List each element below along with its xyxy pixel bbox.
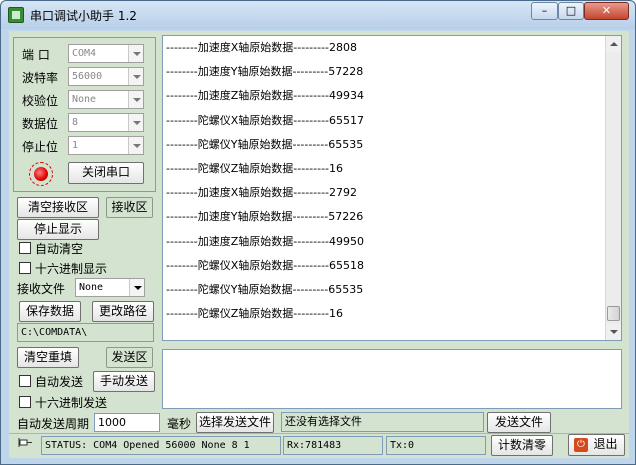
exit-label: 退出 xyxy=(593,437,618,451)
send-period-input[interactable]: 1000 xyxy=(94,413,160,432)
clear-receive-button[interactable]: 清空接收区 xyxy=(17,197,99,218)
port-label: 端 口 xyxy=(22,48,50,62)
parity-value: None xyxy=(72,94,97,105)
receive-text-area[interactable]: --------加速度X轴原始数据---------2808 --------加… xyxy=(162,35,622,341)
close-port-button[interactable]: 关闭串口 xyxy=(68,162,144,184)
title-bar[interactable]: 串口调试小助手 1.2 – □ ✕ xyxy=(1,1,635,29)
file-status-field: 还没有选择文件 xyxy=(281,412,484,432)
change-path-button[interactable]: 更改路径 xyxy=(92,301,154,322)
save-path-field[interactable]: C:\COMDATA\ xyxy=(17,323,154,342)
parity-select[interactable]: None xyxy=(68,90,144,109)
databits-select[interactable]: 8 xyxy=(68,113,144,132)
port-value: COM4 xyxy=(72,48,97,59)
select-send-file-button[interactable]: 选择发送文件 xyxy=(196,412,274,433)
hex-send-label: 十六进制发送 xyxy=(35,396,108,410)
serial-port-icon xyxy=(8,7,24,23)
receive-file-select[interactable]: None xyxy=(75,278,145,297)
chevron-down-icon[interactable] xyxy=(129,279,144,296)
status-separator xyxy=(9,433,629,434)
chevron-down-icon[interactable] xyxy=(128,68,143,85)
parity-label: 校验位 xyxy=(22,94,59,108)
send-file-button[interactable]: 发送文件 xyxy=(487,412,551,433)
receive-line: --------加速度Z轴原始数据---------49950 xyxy=(166,234,365,248)
send-period-label: 自动发送周期 xyxy=(17,417,90,431)
clear-resend-button[interactable]: 清空重填 xyxy=(17,347,79,368)
stop-display-button[interactable]: 停止显示 xyxy=(17,219,99,240)
auto-clear-label: 自动清空 xyxy=(35,242,84,256)
tx-counter: Tx:0 xyxy=(386,436,486,455)
receive-line: --------陀螺仪Z轴原始数据---------16 xyxy=(166,161,344,175)
baud-label: 波特率 xyxy=(22,71,59,85)
hex-send-checkbox[interactable] xyxy=(19,396,31,408)
hex-display-checkbox[interactable] xyxy=(19,262,31,274)
receive-lines: --------加速度X轴原始数据---------2808 --------加… xyxy=(163,36,607,326)
reset-count-button[interactable]: 计数清零 xyxy=(491,435,553,456)
send-area-button[interactable]: 发送区 xyxy=(106,347,153,368)
receive-line: --------陀螺仪Y轴原始数据---------65535 xyxy=(166,137,364,151)
receive-line: --------陀螺仪Z轴原始数据---------16 xyxy=(166,307,344,321)
scroll-thumb[interactable] xyxy=(607,306,620,321)
port-status-led-icon xyxy=(34,167,48,181)
minimize-button[interactable]: – xyxy=(531,2,558,20)
exit-button[interactable]: ⏻ 退出 xyxy=(568,434,625,456)
port-settings-group: 端 口 COM4 波特率 56000 校验位 None 数据位 8 停止位 1 … xyxy=(13,37,156,192)
chevron-down-icon[interactable] xyxy=(128,91,143,108)
maximize-button[interactable]: □ xyxy=(558,2,584,20)
ms-label: 毫秒 xyxy=(167,417,192,431)
auto-send-label: 自动发送 xyxy=(35,375,84,389)
chevron-down-icon[interactable] xyxy=(128,137,143,154)
receive-file-value: None xyxy=(79,282,104,293)
receive-area-button[interactable]: 接收区 xyxy=(106,197,153,218)
databits-label: 数据位 xyxy=(22,117,59,131)
status-text-field: STATUS: COM4 Opened 56000 None 8 1 xyxy=(41,436,281,455)
save-data-button[interactable]: 保存数据 xyxy=(19,301,81,322)
stopbits-select[interactable]: 1 xyxy=(68,136,144,155)
send-text-area[interactable] xyxy=(162,349,622,409)
chevron-down-icon[interactable] xyxy=(128,45,143,62)
chevron-down-icon[interactable] xyxy=(128,114,143,131)
rx-counter: Rx:781483 xyxy=(283,436,383,455)
window-title: 串口调试小助手 1.2 xyxy=(30,9,137,23)
receive-line: --------加速度Z轴原始数据---------49934 xyxy=(166,89,365,103)
receive-file-label: 接收文件 xyxy=(17,282,66,296)
stopbits-label: 停止位 xyxy=(22,140,59,154)
stopbits-value: 1 xyxy=(72,140,79,151)
scroll-up-icon[interactable] xyxy=(606,36,621,52)
auto-send-checkbox[interactable] xyxy=(19,375,31,387)
receive-line: --------加速度Y轴原始数据---------57228 xyxy=(166,65,364,79)
client-area: 端 口 COM4 波特率 56000 校验位 None 数据位 8 停止位 1 … xyxy=(9,31,629,458)
manual-send-button[interactable]: 手动发送 xyxy=(93,371,155,392)
receive-scrollbar[interactable] xyxy=(605,36,621,340)
receive-line: --------加速度X轴原始数据---------2792 xyxy=(166,186,358,200)
baud-value: 56000 xyxy=(72,71,103,82)
receive-line: --------陀螺仪X轴原始数据---------65517 xyxy=(166,113,365,127)
hex-display-label: 十六进制显示 xyxy=(35,262,108,276)
scroll-down-icon[interactable] xyxy=(606,324,621,340)
databits-value: 8 xyxy=(72,117,79,128)
app-window: 串口调试小助手 1.2 – □ ✕ 端 口 COM4 波特率 56000 校验位… xyxy=(0,0,636,465)
pin-icon[interactable] xyxy=(15,436,37,454)
receive-line: --------陀螺仪X轴原始数据---------65518 xyxy=(166,258,365,272)
auto-clear-checkbox[interactable] xyxy=(19,242,31,254)
receive-line: --------陀螺仪Y轴原始数据---------65535 xyxy=(166,282,364,296)
close-button[interactable]: ✕ xyxy=(584,2,629,20)
receive-line: --------加速度Y轴原始数据---------57226 xyxy=(166,210,364,224)
port-select[interactable]: COM4 xyxy=(68,44,144,63)
receive-line: --------加速度X轴原始数据---------2808 xyxy=(166,41,358,54)
baud-select[interactable]: 56000 xyxy=(68,67,144,86)
exit-icon: ⏻ xyxy=(574,438,588,452)
